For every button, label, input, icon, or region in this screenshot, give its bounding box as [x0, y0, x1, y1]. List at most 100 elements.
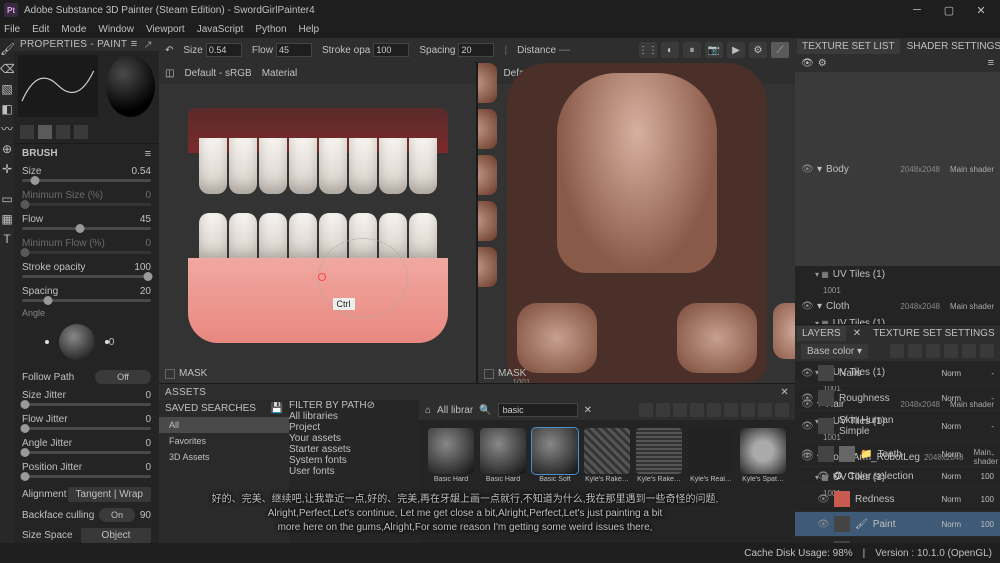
symmetry-icon[interactable]: ⋮⋮: [639, 42, 657, 58]
filter-texture-icon[interactable]: [690, 403, 704, 417]
visibility-icon[interactable]: 👁: [801, 301, 813, 312]
search-input[interactable]: [498, 403, 578, 417]
visibility-icon[interactable]: 👁: [801, 393, 813, 404]
path-all-libraries[interactable]: All libraries: [289, 411, 419, 422]
position-jitter-slider[interactable]: [22, 475, 151, 478]
position-jitter-value[interactable]: 0: [145, 462, 151, 473]
filter-clear-icon[interactable]: ⊘: [367, 400, 375, 411]
add-fill-icon[interactable]: [926, 344, 940, 358]
follow-path-toggle[interactable]: Off: [95, 370, 151, 384]
stroke-opacity-slider[interactable]: [22, 275, 151, 278]
filter-alpha-icon[interactable]: [673, 403, 687, 417]
layer-row[interactable]: 👁✪Color selectionNorm100: [795, 467, 1000, 487]
path-your-assets[interactable]: Your assets: [289, 433, 419, 444]
stencil-tab-icon[interactable]: [56, 125, 70, 139]
path-user-fonts[interactable]: User fonts: [289, 466, 419, 477]
spacing-value[interactable]: 20: [140, 286, 151, 297]
backface-toggle[interactable]: On: [99, 508, 135, 522]
path-system-fonts[interactable]: System fonts: [289, 455, 419, 466]
layer-row[interactable]: 👁NailsNorm-: [795, 361, 1000, 386]
visibility-icon[interactable]: 👁: [801, 421, 813, 432]
search-scope[interactable]: All librar: [437, 405, 473, 416]
size-jitter-slider[interactable]: [22, 403, 151, 406]
filter-brush-icon[interactable]: [707, 403, 721, 417]
saved-all[interactable]: All: [159, 417, 289, 433]
tab-texture-set-list[interactable]: TEXTURE SET LIST: [797, 39, 900, 54]
angle-jitter-slider[interactable]: [22, 451, 151, 454]
menu-edit[interactable]: Edit: [32, 24, 49, 35]
saved-3d-assets[interactable]: 3D Assets: [159, 449, 289, 465]
visibility-icon[interactable]: 👁: [817, 471, 829, 482]
texture-set-row[interactable]: 👁▾Cloth2048x2048Main shader: [795, 298, 1000, 315]
visibility-icon[interactable]: 👁: [817, 494, 829, 505]
lazy-mouse-icon[interactable]: ◐: [661, 42, 679, 58]
angle-jitter-value[interactable]: 0: [145, 438, 151, 449]
size-space-dropdown[interactable]: Object: [81, 528, 151, 543]
size-slider[interactable]: [22, 179, 151, 182]
layer-thumb[interactable]: [818, 446, 834, 462]
menu-window[interactable]: Window: [98, 24, 134, 35]
menu-file[interactable]: File: [4, 24, 20, 35]
smudge-tool-icon[interactable]: 〰: [0, 122, 14, 136]
delete-layer-icon[interactable]: [980, 344, 994, 358]
add-layer-icon[interactable]: [962, 344, 976, 358]
tab-layers[interactable]: LAYERS: [797, 326, 846, 341]
flow-jitter-value[interactable]: 0: [145, 414, 151, 425]
3d-viewport[interactable]: ◫ Default - sRGB Material Ctrl MASK: [159, 62, 476, 383]
material-tab-icon[interactable]: [74, 125, 88, 139]
menu-javascript[interactable]: JavaScript: [197, 24, 244, 35]
material-preview[interactable]: [106, 55, 155, 117]
search-clear-icon[interactable]: ✕: [584, 405, 592, 416]
ctx-size-input[interactable]: [206, 43, 242, 57]
close-button[interactable]: ✕: [966, 1, 996, 19]
clone-tool-icon[interactable]: ⊕: [0, 142, 14, 156]
pressure-curve[interactable]: [18, 55, 98, 117]
size-value[interactable]: 0.54: [132, 166, 151, 177]
text-tool-icon[interactable]: T: [0, 232, 14, 246]
asset-thumb[interactable]: Kyle's Rake…: [635, 428, 683, 488]
3d-channel-dropdown[interactable]: Material: [262, 68, 298, 79]
minimize-button[interactable]: ─: [902, 1, 932, 19]
perspective-icon[interactable]: ⟋: [771, 42, 789, 58]
fill-tool-icon[interactable]: ◧: [0, 102, 14, 116]
add-folder-icon[interactable]: [944, 344, 958, 358]
visibility-icon[interactable]: 👁: [817, 519, 829, 530]
view-list-icon[interactable]: [775, 403, 789, 417]
add-mask-icon[interactable]: [908, 344, 922, 358]
asset-thumb[interactable]: Basic Hard: [427, 428, 475, 488]
filter-material-icon[interactable]: [639, 403, 653, 417]
angle-dial[interactable]: [59, 324, 95, 360]
layer-row[interactable]: 👁Skin Human SimpleNorm-: [795, 411, 1000, 442]
saved-favorites[interactable]: Favorites: [159, 433, 289, 449]
maximize-button[interactable]: ▢: [934, 1, 964, 19]
panel-menu-icon[interactable]: ≡: [131, 38, 138, 51]
angle-value[interactable]: 0: [109, 337, 115, 348]
smart-fill-icon[interactable]: ▦: [0, 212, 14, 226]
asset-thumb[interactable]: Basic Hard: [479, 428, 527, 488]
alignment-dropdown[interactable]: Tangent | Wrap: [68, 487, 151, 502]
menu-help[interactable]: Help: [299, 24, 320, 35]
visibility-icon[interactable]: 👁: [801, 164, 813, 175]
x-icon[interactable]: ✕: [848, 326, 866, 341]
2d-mask-checkbox[interactable]: [484, 369, 494, 379]
picker-tool-icon[interactable]: ✛: [0, 162, 14, 176]
panel-undock-icon[interactable]: ↗: [143, 38, 153, 51]
asset-thumb[interactable]: Kyle's Rake…: [583, 428, 631, 488]
layer-thumb[interactable]: [818, 365, 834, 381]
visibility-icon[interactable]: 👁: [801, 368, 813, 379]
uv-tile-item[interactable]: 1001: [795, 283, 1000, 298]
brush-tool-icon[interactable]: 🖌: [0, 42, 14, 56]
ctx-stroke-input[interactable]: [373, 43, 409, 57]
ts-settings-icon[interactable]: ⚙: [818, 58, 827, 69]
visibility-icon[interactable]: 👁: [801, 449, 813, 460]
tab-shader-settings[interactable]: SHADER SETTINGS: [902, 39, 1000, 54]
brush-tab-icon[interactable]: [20, 125, 34, 139]
layer-mask-thumb[interactable]: [839, 446, 855, 462]
eraser-tool-icon[interactable]: ⌫: [0, 62, 14, 76]
search-home-icon[interactable]: ⌂: [425, 405, 431, 416]
chevron-down-icon[interactable]: ▾: [817, 164, 822, 175]
menu-mode[interactable]: Mode: [61, 24, 86, 35]
texture-set-row[interactable]: 👁▾Body2048x2048Main shader: [795, 72, 1000, 266]
asset-thumb[interactable]: Kyle's Spat…: [739, 428, 787, 488]
layer-folder-row[interactable]: 👁📁TeethNorm-: [795, 442, 1000, 467]
